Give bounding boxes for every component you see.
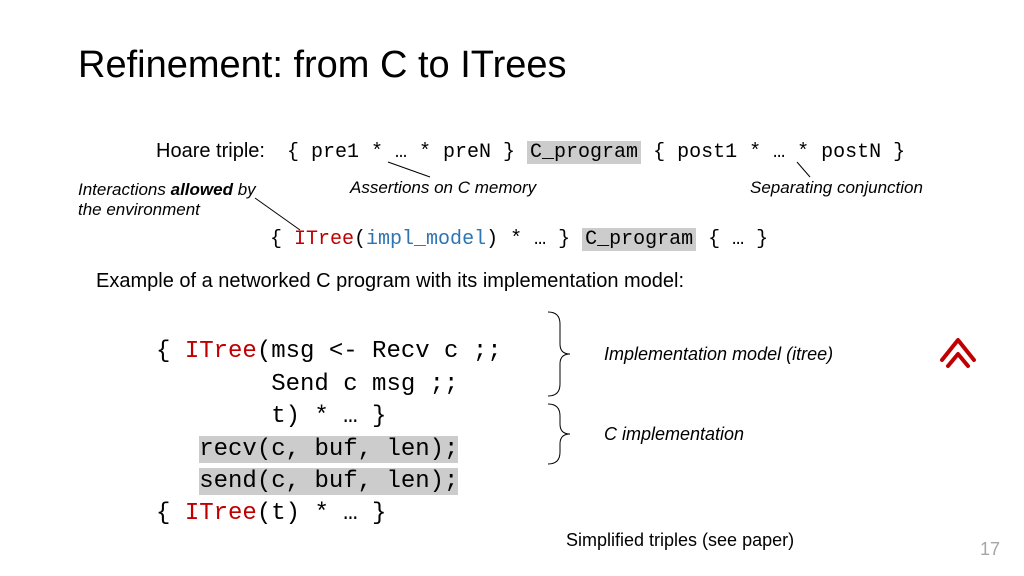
hoare-label: Hoare triple: (156, 140, 265, 162)
refinement-line: { ITree(impl_model) * … } C_program { … … (270, 228, 768, 251)
hoare-triple-line: Hoare triple: { pre1 * … * preN } C_prog… (156, 140, 905, 164)
page-number: 17 (980, 539, 1000, 560)
annot-interactions: Interactions allowed by the environment (78, 180, 278, 220)
label-impl-model: Implementation model (itree) (604, 344, 833, 365)
hoare-post: { post1 * … * postN } (653, 141, 905, 164)
example-code: { ITree(msg <- Recv c ;; Send c msg ;; t… (156, 304, 502, 563)
page-title: Refinement: from C to ITrees (78, 44, 567, 87)
hoare-program: C_program (527, 141, 641, 164)
footnote: Simplified triples (see paper) (566, 530, 794, 551)
label-c-impl: C implementation (604, 424, 744, 445)
hoare-pre: { pre1 * … * preN } (287, 141, 515, 164)
annot-sepconj: Separating conjunction (750, 178, 923, 198)
annot-assertions: Assertions on C memory (350, 178, 536, 198)
example-caption: Example of a networked C program with it… (96, 270, 684, 293)
logo-icon (938, 332, 978, 377)
